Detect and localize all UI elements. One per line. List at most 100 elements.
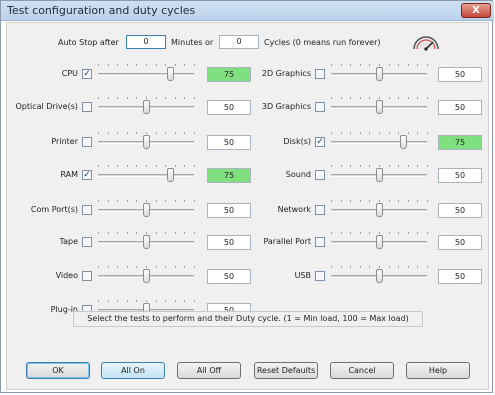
video-checkbox[interactable] xyxy=(82,271,92,281)
sound-checkbox[interactable] xyxy=(315,170,325,180)
slider-tick xyxy=(175,300,176,302)
slider-tick xyxy=(350,266,351,268)
cycles-input[interactable]: 0 xyxy=(219,35,259,49)
slider-tick xyxy=(184,232,185,234)
optical-drive-s-checkbox[interactable] xyxy=(82,102,92,112)
tape-checkbox[interactable] xyxy=(82,237,92,247)
status-text: Select the tests to perform and their Du… xyxy=(73,311,423,327)
slider-tick xyxy=(427,200,428,202)
slider-tick xyxy=(146,64,147,66)
com-port-s-checkbox[interactable] xyxy=(82,205,92,215)
sound-duty-value[interactable]: 50 xyxy=(438,168,482,183)
slider-tick xyxy=(194,300,195,302)
2d-graphics-slider-thumb[interactable] xyxy=(376,67,383,81)
disk-s-duty-value[interactable]: 75 xyxy=(438,135,482,150)
ram-checkbox[interactable]: ✓ xyxy=(82,170,92,180)
slider-tick xyxy=(156,232,157,234)
slider-tick xyxy=(398,64,399,66)
minutes-label: Minutes or xyxy=(171,38,214,47)
cpu-slider-track[interactable] xyxy=(98,73,194,76)
tape-slider-thumb[interactable] xyxy=(143,235,150,249)
sound-slider-thumb[interactable] xyxy=(376,168,383,182)
usb-checkbox[interactable] xyxy=(315,271,325,281)
slider-tick xyxy=(136,266,137,268)
ok-button[interactable]: OK xyxy=(26,362,90,379)
all-off-button[interactable]: All Off xyxy=(177,362,241,379)
reset-defaults-button[interactable]: Reset Defaults xyxy=(254,362,318,379)
network-slider-thumb[interactable] xyxy=(376,203,383,217)
printer-slider-thumb[interactable] xyxy=(143,135,150,149)
com-port-s-label: Com Port(s) xyxy=(30,205,78,214)
slider-tick xyxy=(350,97,351,99)
usb-duty-value[interactable]: 50 xyxy=(438,269,482,284)
slider-tick xyxy=(117,266,118,268)
usb-label: USB xyxy=(294,271,311,280)
slider-tick xyxy=(369,266,370,268)
slider-tick xyxy=(427,266,428,268)
help-button[interactable]: Help xyxy=(406,362,470,379)
minutes-input[interactable]: 0 xyxy=(126,35,166,49)
slider-tick xyxy=(398,266,399,268)
slider-tick xyxy=(156,300,157,302)
tape-label: Tape xyxy=(59,237,78,246)
ram-slider-track[interactable] xyxy=(98,174,194,177)
3d-graphics-slider-thumb[interactable] xyxy=(376,100,383,114)
video-slider-thumb[interactable] xyxy=(143,269,150,283)
slider-tick xyxy=(194,232,195,234)
usb-slider-thumb[interactable] xyxy=(376,269,383,283)
slider-tick xyxy=(98,132,99,134)
slider-tick xyxy=(369,132,370,134)
slider-tick xyxy=(369,200,370,202)
slider-tick xyxy=(331,97,332,99)
cpu-checkbox[interactable]: ✓ xyxy=(82,69,92,79)
disk-s-checkbox[interactable]: ✓ xyxy=(315,137,325,147)
com-port-s-slider-thumb[interactable] xyxy=(143,203,150,217)
slider-tick xyxy=(98,97,99,99)
close-button[interactable]: X xyxy=(461,3,491,18)
slider-tick xyxy=(427,132,428,134)
slider-tick xyxy=(108,300,109,302)
3d-graphics-checkbox[interactable] xyxy=(315,102,325,112)
network-checkbox[interactable] xyxy=(315,205,325,215)
2d-graphics-duty-value[interactable]: 50 xyxy=(438,67,482,82)
cancel-button[interactable]: Cancel xyxy=(330,362,394,379)
slider-tick xyxy=(341,64,342,66)
slider-tick xyxy=(127,300,128,302)
slider-tick xyxy=(379,64,380,66)
ram-slider-thumb[interactable] xyxy=(167,168,174,182)
slider-tick xyxy=(165,165,166,167)
cpu-slider-thumb[interactable] xyxy=(167,67,174,81)
optical-drive-s-slider-thumb[interactable] xyxy=(143,100,150,114)
slider-tick xyxy=(108,266,109,268)
slider-tick xyxy=(117,165,118,167)
cpu-label: CPU xyxy=(61,69,78,78)
parallel-port-checkbox[interactable] xyxy=(315,237,325,247)
slider-tick xyxy=(165,266,166,268)
parallel-port-duty-value[interactable]: 50 xyxy=(438,235,482,250)
slider-tick xyxy=(417,64,418,66)
slider-tick xyxy=(108,132,109,134)
all-on-button[interactable]: All On xyxy=(101,362,165,379)
slider-tick xyxy=(360,97,361,99)
slider-tick xyxy=(98,64,99,66)
slider-tick xyxy=(350,64,351,66)
slider-tick xyxy=(136,64,137,66)
slider-tick xyxy=(156,165,157,167)
disk-s-slider-thumb[interactable] xyxy=(400,135,407,149)
2d-graphics-checkbox[interactable] xyxy=(315,69,325,79)
parallel-port-label: Parallel Port xyxy=(263,237,311,246)
slider-tick xyxy=(156,97,157,99)
slider-tick xyxy=(408,232,409,234)
slider-tick xyxy=(331,132,332,134)
3d-graphics-duty-value[interactable]: 50 xyxy=(438,100,482,115)
disk-s-slider-track[interactable] xyxy=(331,141,427,144)
network-duty-value[interactable]: 50 xyxy=(438,203,482,218)
slider-tick xyxy=(341,200,342,202)
slider-tick xyxy=(127,165,128,167)
slider-tick xyxy=(379,165,380,167)
printer-checkbox[interactable] xyxy=(82,137,92,147)
slider-tick xyxy=(398,232,399,234)
slider-tick xyxy=(98,266,99,268)
slider-tick xyxy=(136,300,137,302)
parallel-port-slider-thumb[interactable] xyxy=(376,235,383,249)
